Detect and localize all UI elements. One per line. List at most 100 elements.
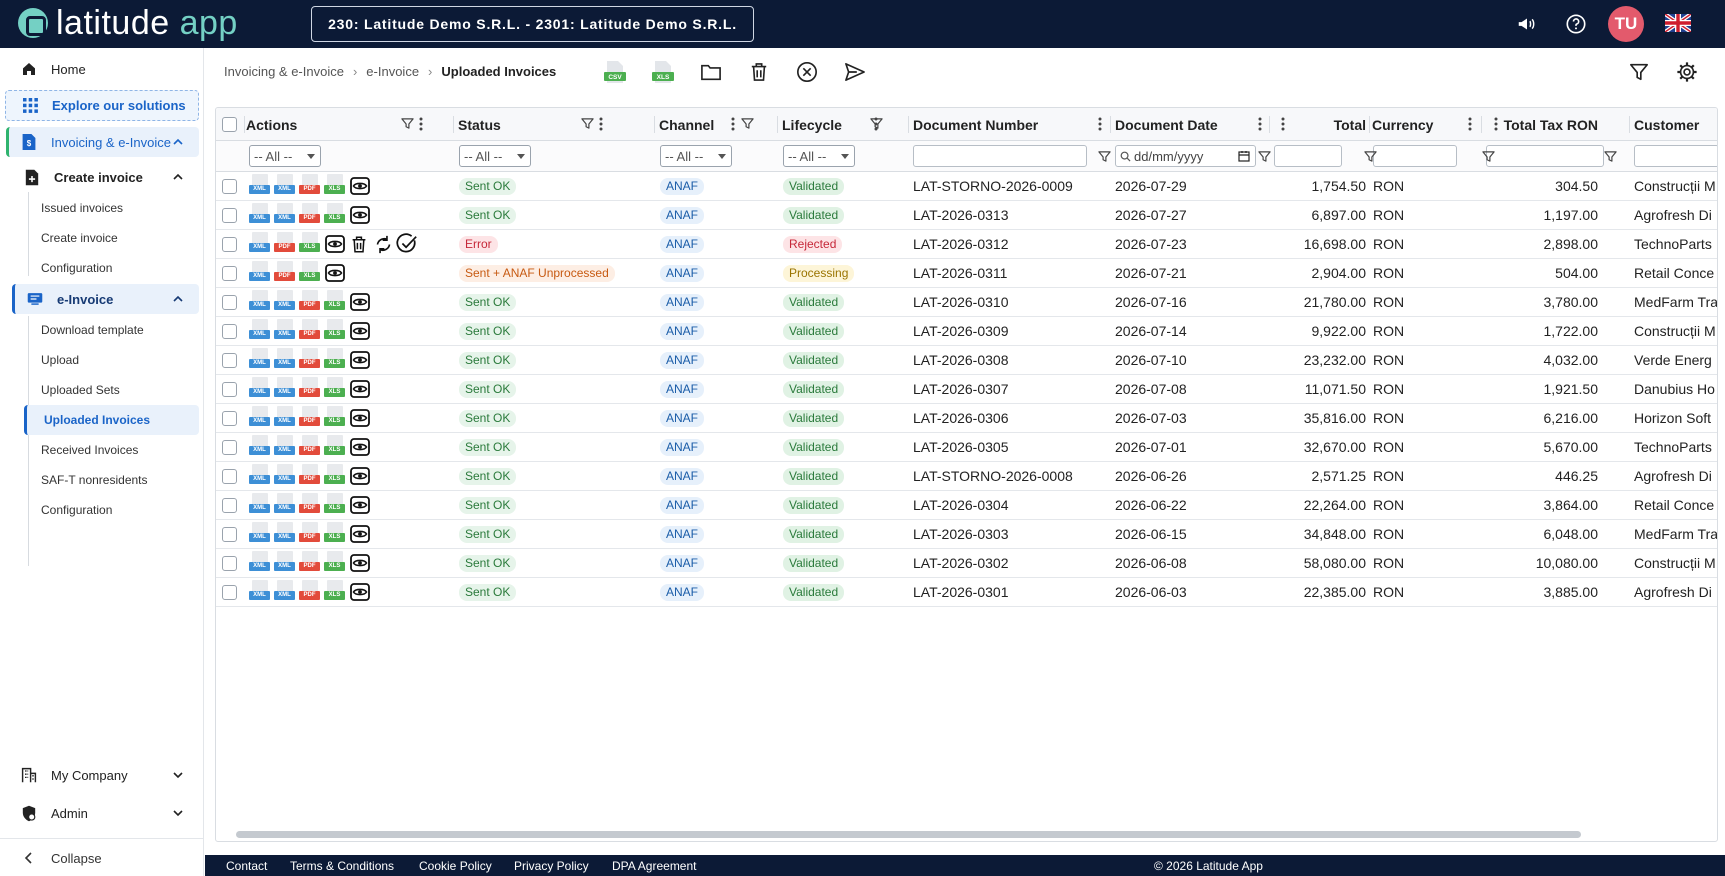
table-row[interactable]: XML XML PDF XLS Sent OK ANAF Validated LAT-2026…: [216, 433, 1717, 462]
filter-input-doc-number[interactable]: [913, 145, 1087, 167]
xls-file-icon[interactable]: XLS: [324, 493, 345, 517]
row-checkbox[interactable]: [222, 440, 237, 455]
column-menu-icon[interactable]: [1281, 117, 1287, 131]
delete-button[interactable]: [747, 60, 771, 84]
filter-input-customer[interactable]: [1634, 145, 1717, 167]
row-checkbox[interactable]: [222, 527, 237, 542]
xls-file-icon[interactable]: XLS: [324, 174, 345, 198]
filter-select-status[interactable]: -- All --: [459, 145, 531, 167]
xml-file-icon[interactable]: XML: [249, 464, 270, 488]
pdf-file-icon[interactable]: PDF: [299, 319, 320, 343]
row-checkbox[interactable]: [222, 411, 237, 426]
xls-file-icon[interactable]: XLS: [324, 435, 345, 459]
eye-icon[interactable]: [349, 378, 371, 400]
xml-file-icon[interactable]: XML: [249, 551, 270, 575]
settings-button[interactable]: [1675, 60, 1699, 84]
eye-icon[interactable]: [349, 349, 371, 371]
breadcrumb-invoicing[interactable]: Invoicing & e-Invoice: [224, 64, 344, 79]
xml-file-icon[interactable]: XML: [274, 580, 295, 604]
column-header-currency[interactable]: Currency: [1372, 108, 1452, 141]
xml-file-icon[interactable]: XML: [274, 522, 295, 546]
xml-file-icon[interactable]: XML: [249, 377, 270, 401]
xml-file-icon[interactable]: XML: [274, 348, 295, 372]
xls-file-icon[interactable]: XLS: [324, 464, 345, 488]
pdf-file-icon[interactable]: PDF: [274, 261, 295, 285]
eye-icon[interactable]: [349, 581, 371, 603]
sidebar-item-uploaded-sets[interactable]: Uploaded Sets: [41, 376, 120, 404]
xml-file-icon[interactable]: XML: [249, 348, 270, 372]
sidebar-item-invoicing[interactable]: $ Invoicing & e-Invoice: [6, 127, 199, 157]
eye-icon[interactable]: [349, 204, 371, 226]
sidebar-item-create-invoice-group[interactable]: Create invoice: [22, 164, 199, 190]
xls-file-icon[interactable]: XLS: [299, 261, 320, 285]
pdf-file-icon[interactable]: PDF: [299, 551, 320, 575]
folder-button[interactable]: [699, 60, 723, 84]
xls-file-icon[interactable]: XLS: [324, 551, 345, 575]
xls-file-icon[interactable]: XLS: [324, 203, 345, 227]
table-row[interactable]: XML XML PDF XLS Sent OK ANAF Validated LAT-2026…: [216, 346, 1717, 375]
sidebar-item-create-invoice[interactable]: Create invoice: [41, 224, 118, 252]
select-all-checkbox[interactable]: [222, 117, 237, 132]
table-row[interactable]: XML PDF XLS Sent + ANAF Unprocessed ANAF Proc…: [216, 259, 1717, 288]
xls-file-icon[interactable]: XLS: [324, 406, 345, 430]
footer-dpa-link[interactable]: DPA Agreement: [612, 859, 697, 873]
row-checkbox[interactable]: [222, 266, 237, 281]
table-row[interactable]: XML XML PDF XLS Sent OK ANAF Validated LAT-2026…: [216, 201, 1717, 230]
filter-row-funnel-icon[interactable]: [1258, 150, 1272, 164]
megaphone-icon[interactable]: [1515, 12, 1539, 36]
xml-file-icon[interactable]: XML: [249, 203, 270, 227]
xml-file-icon[interactable]: XML: [274, 493, 295, 517]
pdf-file-icon[interactable]: PDF: [299, 435, 320, 459]
column-menu-icon[interactable]: [1468, 117, 1474, 131]
sidebar-item-admin[interactable]: Admin: [19, 801, 199, 825]
filter-button[interactable]: [1627, 60, 1651, 84]
xls-file-icon[interactable]: XLS: [324, 377, 345, 401]
row-checkbox[interactable]: [222, 295, 237, 310]
sidebar-item-configuration[interactable]: Configuration: [41, 254, 112, 282]
table-row[interactable]: XML XML PDF XLS Sent OK ANAF Validated LAT-STOR…: [216, 172, 1717, 201]
column-separator[interactable]: [1269, 116, 1270, 133]
filter-row-funnel-icon[interactable]: [1604, 150, 1618, 164]
pdf-file-icon[interactable]: PDF: [299, 203, 320, 227]
column-filter-icon[interactable]: [581, 117, 595, 131]
pdf-file-icon[interactable]: PDF: [299, 377, 320, 401]
trash-icon[interactable]: [348, 233, 370, 255]
table-row[interactable]: XML XML PDF XLS Sent OK ANAF Validated LAT-2026…: [216, 578, 1717, 607]
xls-file-icon[interactable]: XLS: [324, 319, 345, 343]
xml-file-icon[interactable]: XML: [274, 377, 295, 401]
filter-select-lifecycle[interactable]: -- All --: [783, 145, 855, 167]
sidebar-item-einvoice-configuration[interactable]: Configuration: [41, 496, 112, 524]
xml-file-icon[interactable]: XML: [249, 174, 270, 198]
column-header-total[interactable]: Total: [1274, 108, 1366, 141]
column-menu-icon[interactable]: [1258, 117, 1264, 131]
footer-contact-link[interactable]: Contact: [226, 859, 267, 873]
sidebar-collapse-button[interactable]: Collapse: [19, 847, 102, 869]
xml-file-icon[interactable]: XML: [249, 522, 270, 546]
table-row[interactable]: XML PDF XLS Error ANAF Rejected LAT-2026-0312 2…: [216, 230, 1717, 259]
eye-icon[interactable]: [349, 436, 371, 458]
column-header-total-tax[interactable]: Total Tax RON: [1486, 108, 1598, 141]
row-checkbox[interactable]: [222, 585, 237, 600]
column-header-doc-date[interactable]: Document Date: [1115, 108, 1255, 141]
company-selector[interactable]: 230: Latitude Demo S.R.L. - 2301: Latitu…: [311, 6, 754, 42]
table-row[interactable]: XML XML PDF XLS Sent OK ANAF Validated LAT-2026…: [216, 288, 1717, 317]
xml-file-icon[interactable]: XML: [249, 232, 270, 256]
app-logo[interactable]: latitude app: [18, 6, 238, 40]
xml-file-icon[interactable]: XML: [249, 319, 270, 343]
table-row[interactable]: XML XML PDF XLS Sent OK ANAF Validated LAT-2026…: [216, 549, 1717, 578]
pdf-file-icon[interactable]: PDF: [299, 464, 320, 488]
column-separator[interactable]: [1481, 116, 1482, 133]
column-separator[interactable]: [1369, 116, 1370, 133]
sidebar-item-received-invoices[interactable]: Received Invoices: [41, 436, 138, 464]
filter-date-input[interactable]: dd/mm/yyyy: [1115, 145, 1256, 167]
row-checkbox[interactable]: [222, 237, 237, 252]
row-checkbox[interactable]: [222, 556, 237, 571]
filter-select-actions[interactable]: -- All --: [249, 145, 321, 167]
pdf-file-icon[interactable]: PDF: [299, 348, 320, 372]
column-separator[interactable]: [654, 116, 655, 133]
pdf-file-icon[interactable]: PDF: [299, 406, 320, 430]
xml-file-icon[interactable]: XML: [249, 580, 270, 604]
xml-file-icon[interactable]: XML: [274, 174, 295, 198]
footer-terms-link[interactable]: Terms & Conditions: [290, 859, 394, 873]
table-row[interactable]: XML XML PDF XLS Sent OK ANAF Validated LAT-STOR…: [216, 462, 1717, 491]
